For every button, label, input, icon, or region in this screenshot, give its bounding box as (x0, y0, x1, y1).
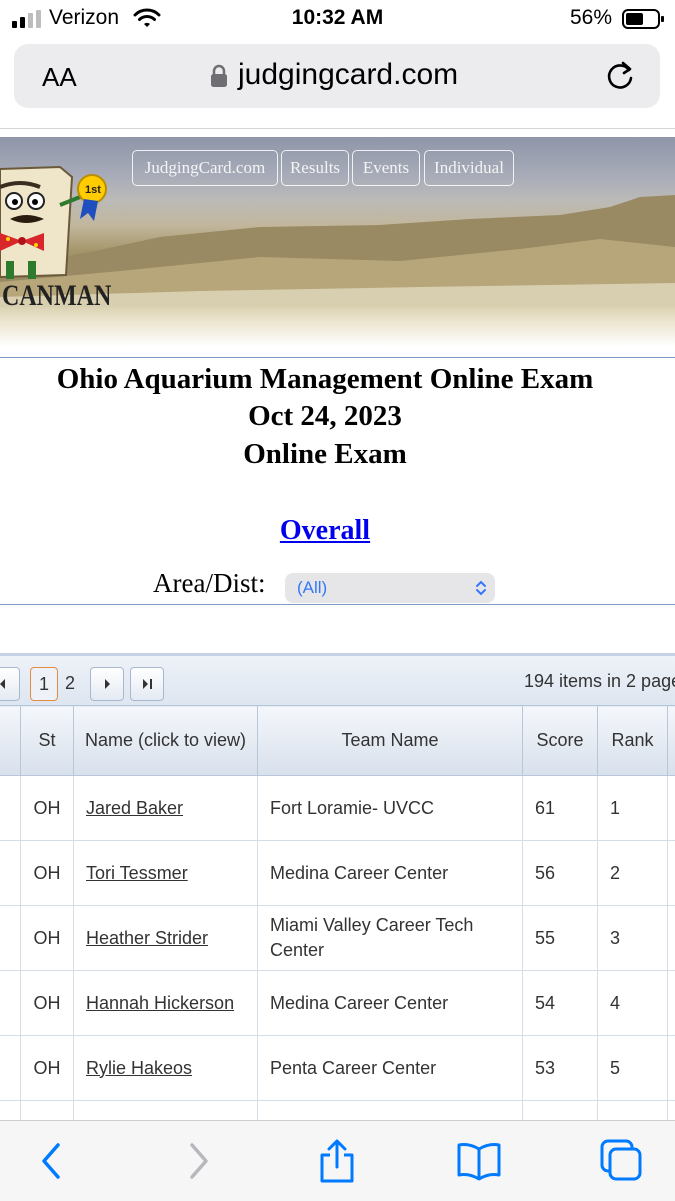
share-icon[interactable] (313, 1139, 361, 1183)
area-dist-label: Area/Dist: (153, 568, 265, 599)
select-chevron-icon (475, 580, 487, 596)
area-dist-select[interactable]: (All) (285, 573, 495, 603)
table-row: OH Heather Strider Miami Valley Career T… (0, 906, 675, 971)
column-header-st[interactable]: St (21, 706, 74, 776)
browser-toolbar (0, 1120, 675, 1201)
column-header-score[interactable]: Score (523, 706, 598, 776)
banner-divider (0, 357, 675, 358)
next-page-button[interactable] (90, 667, 124, 701)
last-page-icon (131, 668, 163, 700)
table-row: OH Hannah Hickerson Medina Career Center… (0, 971, 675, 1036)
pager-info: 194 items in 2 pages (524, 671, 675, 692)
competitor-link[interactable]: Tori Tessmer (86, 863, 188, 883)
cell-team: Medina Career Center (258, 971, 523, 1036)
cell-extra (668, 971, 675, 1036)
competitor-link[interactable]: Rylie Hakeos (86, 1058, 192, 1078)
cell-score: 53 (523, 1036, 598, 1101)
cell-name: Tori Tessmer (74, 841, 258, 906)
cell-st: OH (21, 971, 74, 1036)
cell-rank: 4 (598, 971, 668, 1036)
cell-name: Heather Strider (74, 906, 258, 971)
tabs-icon[interactable] (598, 1139, 646, 1183)
cell-team: Miami Valley Career Tech Center (258, 906, 523, 971)
cell-extra (668, 906, 675, 971)
cell-extra (668, 841, 675, 906)
cell-hidden (0, 841, 21, 906)
cell-hidden (0, 971, 21, 1036)
cell-rank: 5 (598, 1036, 668, 1101)
cell-extra (668, 776, 675, 841)
mascot-label: CANMAN (2, 279, 111, 313)
nav-results[interactable]: Results (281, 150, 349, 186)
area-dist-value: (All) (297, 578, 327, 598)
bookmarks-icon[interactable] (455, 1139, 503, 1183)
nav-judgingcard[interactable]: JudgingCard.com (132, 150, 278, 186)
results-table: St Name (click to view) Team Name Score … (0, 705, 675, 1166)
exam-type: Online Exam (0, 435, 650, 473)
cell-team: Penta Career Center (258, 1036, 523, 1101)
column-header-hidden (0, 706, 21, 776)
competitor-link[interactable]: Jared Baker (86, 798, 183, 818)
cell-team: Fort Loramie- UVCC (258, 776, 523, 841)
nav-events[interactable]: Events (352, 150, 420, 186)
cell-score: 54 (523, 971, 598, 1036)
competitor-link[interactable]: Hannah Hickerson (86, 993, 234, 1013)
exam-title: Ohio Aquarium Management Online Exam (0, 360, 650, 398)
column-header-name[interactable]: Name (click to view) (74, 706, 258, 776)
last-page-button[interactable] (130, 667, 164, 701)
cell-st: OH (21, 906, 74, 971)
cell-score: 55 (523, 906, 598, 971)
address-bar[interactable]: AA judgingcard.com (14, 44, 660, 108)
cell-name: Rylie Hakeos (74, 1036, 258, 1101)
cell-score: 56 (523, 841, 598, 906)
ribbon-text: 1st (85, 184, 101, 196)
competitor-link[interactable]: Heather Strider (86, 928, 208, 948)
back-icon[interactable] (28, 1139, 76, 1183)
cell-hidden (0, 1036, 21, 1101)
cell-st: OH (21, 1036, 74, 1101)
cell-name: Hannah Hickerson (74, 971, 258, 1036)
url-text[interactable]: judgingcard.com (238, 58, 458, 92)
site-banner: JudgingCard.com Results Events Individua… (0, 137, 675, 347)
cell-extra (668, 1036, 675, 1101)
cell-name: Jared Baker (74, 776, 258, 841)
column-header-team[interactable]: Team Name (258, 706, 523, 776)
overall-link[interactable]: Overall (0, 515, 650, 547)
status-bar: Verizon 10:32 AM 56% (0, 0, 675, 40)
table-row: OH Rylie Hakeos Penta Career Center 53 5 (0, 1036, 675, 1101)
column-header-extra (668, 706, 675, 776)
prev-page-icon (0, 668, 19, 700)
filter-divider (0, 604, 675, 605)
page-top-divider (0, 128, 675, 129)
mascot-illustration: 1st (0, 157, 110, 282)
page-1-link[interactable]: 1 (30, 667, 58, 701)
column-header-rank[interactable]: Rank (598, 706, 668, 776)
cell-rank: 3 (598, 906, 668, 971)
next-page-icon (91, 668, 123, 700)
exam-date: Oct 24, 2023 (0, 397, 650, 435)
table-row: OH Jared Baker Fort Loramie- UVCC 61 1 (0, 776, 675, 841)
cell-hidden (0, 906, 21, 971)
nav-individual[interactable]: Individual (424, 150, 514, 186)
battery-percent: 56% (570, 6, 612, 30)
cell-team: Medina Career Center (258, 841, 523, 906)
battery-icon (622, 9, 664, 29)
cell-rank: 1 (598, 776, 668, 841)
table-row: OH Tori Tessmer Medina Career Center 56 … (0, 841, 675, 906)
cell-st: OH (21, 776, 74, 841)
forward-icon[interactable] (174, 1139, 222, 1183)
table-header-row: St Name (click to view) Team Name Score … (0, 706, 675, 776)
grid-pager: 1 2 194 items in 2 pages (0, 653, 675, 709)
cell-st: OH (21, 841, 74, 906)
lock-icon (210, 64, 228, 88)
prev-page-button[interactable] (0, 667, 20, 701)
page-2-link[interactable]: 2 (57, 667, 83, 699)
cell-score: 61 (523, 776, 598, 841)
text-size-label: AA (42, 62, 77, 92)
cell-rank: 2 (598, 841, 668, 906)
cell-hidden (0, 776, 21, 841)
text-size-button[interactable]: AA (42, 62, 77, 93)
reload-icon[interactable] (604, 58, 636, 92)
